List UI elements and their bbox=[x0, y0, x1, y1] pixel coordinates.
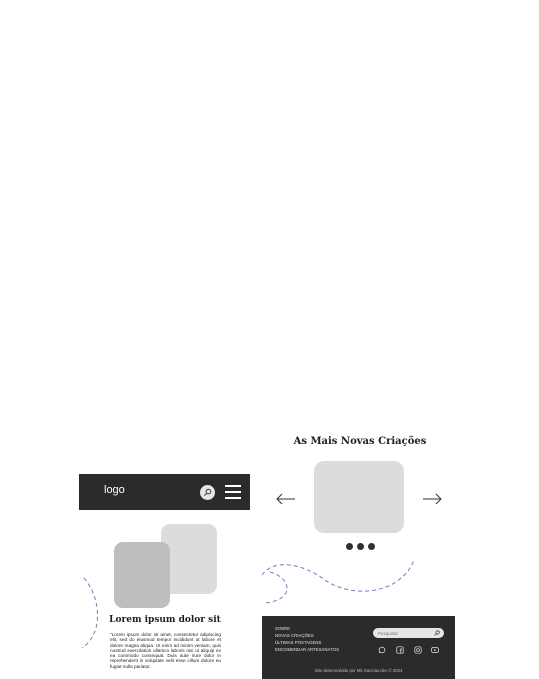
footer-credits: Site desenvolvido por Mk Sancias.dev © 2… bbox=[314, 668, 403, 673]
footer-search-input[interactable] bbox=[378, 628, 430, 638]
site-footer: SOBRE NOVAS CRIAÇÕES ÚLTIMAS POSTAGENS E… bbox=[262, 616, 455, 679]
whatsapp-icon[interactable] bbox=[378, 646, 386, 654]
carousel-dot[interactable] bbox=[357, 543, 364, 550]
search-icon[interactable] bbox=[434, 630, 440, 636]
carousel-slide[interactable] bbox=[314, 461, 404, 533]
arrow-left-icon bbox=[276, 493, 295, 505]
carousel-prev-button[interactable] bbox=[276, 491, 296, 507]
footer-link-ultimas-postagens[interactable]: ÚLTIMAS POSTAGENS bbox=[275, 640, 321, 645]
arrow-right-icon bbox=[423, 493, 442, 505]
search-button[interactable] bbox=[200, 485, 215, 500]
carousel-next-button[interactable] bbox=[422, 491, 442, 507]
hamburger-menu-icon[interactable] bbox=[225, 485, 241, 499]
carousel-dot[interactable] bbox=[346, 543, 353, 550]
footer-link-sobre[interactable]: SOBRE bbox=[275, 626, 290, 631]
youtube-icon[interactable] bbox=[431, 646, 439, 654]
facebook-icon[interactable] bbox=[396, 646, 404, 654]
search-icon bbox=[204, 488, 212, 496]
site-header: logo bbox=[79, 474, 250, 510]
dashed-curve-right bbox=[261, 559, 415, 604]
instagram-icon[interactable] bbox=[414, 646, 422, 654]
hero-text: "Lorem ipsum dolor sit amet, consectetur… bbox=[110, 632, 221, 669]
footer-search-field[interactable] bbox=[373, 628, 444, 638]
carousel-dot[interactable] bbox=[368, 543, 375, 550]
footer-link-encomendar[interactable]: ENCOMENDAR ARTESANATOS bbox=[275, 647, 339, 652]
carousel-title: As Mais Novas Criações bbox=[293, 436, 427, 447]
hero-image-front bbox=[114, 542, 170, 608]
footer-link-novas-criacoes[interactable]: NOVAS CRIAÇÕES bbox=[275, 633, 314, 638]
logo[interactable]: logo bbox=[104, 484, 125, 496]
hero-title: Lorem ipsum dolor sit bbox=[109, 615, 221, 625]
